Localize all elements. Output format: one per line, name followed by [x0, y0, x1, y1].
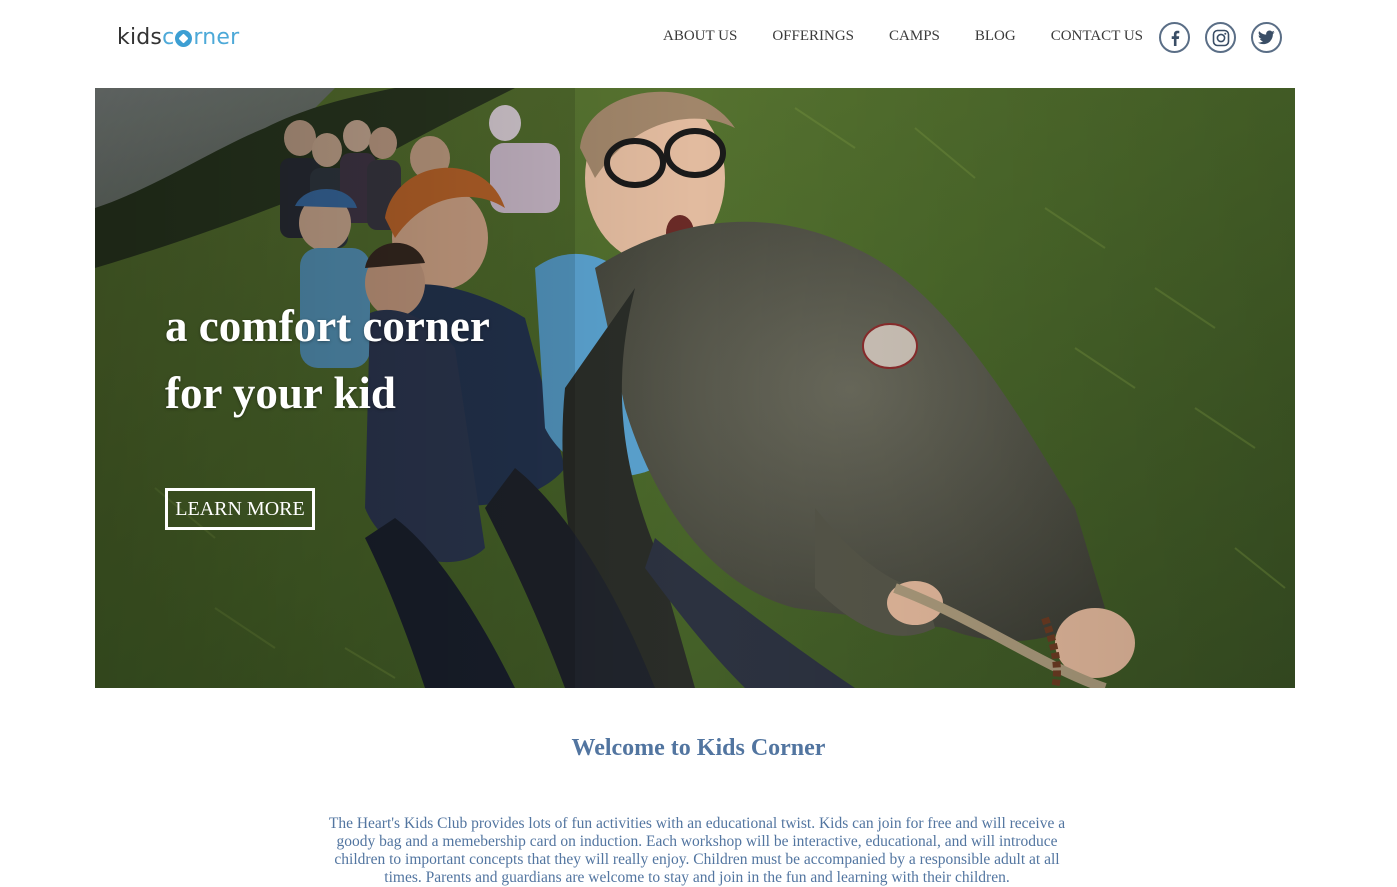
site-logo[interactable]: kids c rner	[117, 22, 239, 52]
hero-title-line2: for your kid	[165, 368, 396, 418]
facebook-icon[interactable]	[1159, 22, 1190, 53]
logo-text-kids: kids	[117, 24, 163, 50]
nav-contact-us[interactable]: CONTACT US	[1051, 28, 1143, 45]
nav-blog[interactable]: BLOG	[975, 28, 1016, 45]
logo-text-corner: rner	[193, 24, 240, 50]
soccer-ball-icon	[175, 29, 193, 47]
hero-title: a comfort corner for your kid	[165, 293, 490, 427]
site-header: kids c rner ABOUT US OFFERINGS CAMPS BLOG …	[0, 0, 1397, 88]
hero-title-line1: a comfort corner	[165, 301, 490, 351]
nav-offerings[interactable]: OFFERINGS	[772, 28, 854, 45]
welcome-heading: Welcome to Kids Corner	[571, 735, 826, 761]
welcome-body: The Heart's Kids Club provides lots of f…	[328, 815, 1066, 886]
nav-camps[interactable]: CAMPS	[889, 28, 940, 45]
instagram-icon[interactable]	[1205, 22, 1236, 53]
main-nav: ABOUT US OFFERINGS CAMPS BLOG CONTACT US	[663, 28, 1143, 45]
twitter-icon[interactable]	[1251, 22, 1282, 53]
nav-about-us[interactable]: ABOUT US	[663, 28, 737, 45]
social-links	[1159, 22, 1282, 53]
learn-more-button[interactable]: LEARN MORE	[165, 488, 315, 530]
hero-banner: a comfort corner for your kid LEARN MORE	[95, 88, 1295, 688]
